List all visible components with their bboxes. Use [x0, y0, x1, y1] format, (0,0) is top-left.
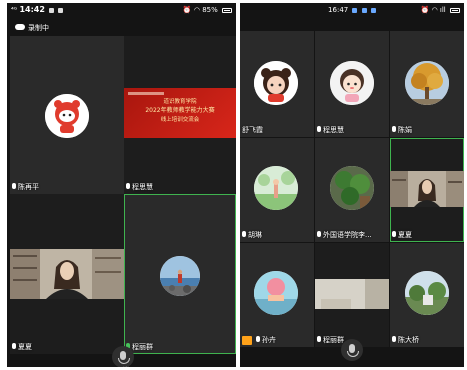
shared-screen: 道识教育学院 2022年教师教学能力大赛 线上培训交流会 [124, 88, 236, 138]
status-bar: 16:47 ⏰ ◠ ıll [240, 3, 464, 17]
participant-tile[interactable]: 胡琳 [240, 138, 314, 242]
participant-tile[interactable]: 程思慧 [315, 31, 389, 137]
status-bar: ⁴ᴳ 14:42 ⏰ ◠ 85% [7, 3, 236, 17]
mute-label: 取消 [108, 365, 138, 367]
participant-avatar [160, 256, 200, 296]
notification-icon [49, 7, 55, 13]
mic-icon [256, 336, 260, 342]
status-time: 16:47 [328, 6, 349, 14]
participant-tile[interactable]: 孙卉 [240, 243, 314, 347]
participant-name: 陈大桥 [392, 336, 419, 345]
mascot-avatar [45, 94, 89, 138]
participant-name: 夏夏 [12, 343, 32, 352]
participant-name: 程思慧 [317, 126, 344, 135]
cartoon-girl-avatar [254, 61, 298, 105]
notification-icon [58, 7, 64, 13]
banner-line-1: 道识教育学院 [163, 99, 197, 105]
illustration-avatar [254, 166, 298, 210]
participant-tile[interactable]: 程丽群 [315, 243, 389, 347]
recording-label: 录制中 [28, 24, 49, 32]
participant-name: 程思慧 [126, 183, 153, 192]
mic-icon [317, 126, 321, 132]
mic-icon [317, 336, 321, 342]
participant-tile[interactable]: 陈大桥 [390, 243, 464, 347]
participant-tile[interactable]: 舒飞霞 [240, 31, 314, 137]
participant-name: 陈娟 [392, 126, 412, 135]
wifi-icon: ◠ [431, 6, 438, 14]
video-feed [390, 171, 464, 207]
mic-icon [12, 343, 16, 349]
app-icon [352, 7, 358, 13]
participant-tile[interactable]: 陈再平 [10, 36, 124, 194]
banner-line-3: 线上培训交流会 [160, 117, 200, 123]
event-banner: 道识教育学院 2022年教师教学能力大赛 线上培训交流会 [124, 88, 236, 138]
illustration-avatar [254, 271, 298, 315]
cloud-icon [15, 24, 25, 30]
meeting-screen-right: 16:47 ⏰ ◠ ıll 舒飞霞 程思慧 陈娟 胡琳 外国语学院李... 夏夏… [240, 3, 464, 367]
mic-icon [242, 231, 246, 237]
participant-name: 舒飞霞 [242, 126, 263, 134]
alarm-icon: ⏰ [420, 6, 430, 14]
mic-icon [392, 126, 396, 132]
participant-name: 陈再平 [12, 183, 39, 192]
participant-name: 夏夏 [392, 231, 412, 240]
participant-name: 外国语学院李... [317, 231, 372, 240]
raised-hand-icon [242, 336, 252, 345]
participant-tile[interactable]: 道识教育学院 2022年教师教学能力大赛 线上培训交流会 程思慧 [124, 36, 236, 194]
battery-icon [450, 7, 460, 13]
participant-name: 程丽群 [317, 336, 344, 345]
participant-tile-speaking[interactable]: 程丽群 [124, 194, 236, 354]
mic-icon [392, 231, 396, 237]
page-indicator [240, 357, 464, 367]
participant-name: 孙卉 [256, 336, 276, 345]
mic-icon [317, 231, 321, 237]
banner-line-2: 2022年教师教学能力大赛 [145, 107, 215, 114]
participant-tile-speaking[interactable]: 夏夏 [390, 138, 464, 242]
mic-icon [392, 336, 396, 342]
app-icon [370, 7, 376, 13]
wifi-icon: ◠ [193, 6, 200, 14]
school-logo [128, 92, 164, 95]
recording-indicator: 录制中 [15, 23, 49, 33]
participant-name: 胡琳 [242, 231, 262, 240]
signal-indicator: ⁴ᴳ [11, 6, 18, 14]
battery-percent: 85% [202, 6, 218, 14]
video-feed [10, 249, 124, 299]
signal-icon: ıll [439, 6, 446, 14]
battery-icon [222, 7, 232, 13]
tree-photo-avatar [405, 61, 449, 105]
meeting-screen-left: ⁴ᴳ 14:42 ⏰ ◠ 85% 录制中 陈再平 道识教育学院 2022年教师教… [7, 3, 236, 367]
mic-icon [12, 183, 16, 189]
participant-tile[interactable]: 夏夏 [10, 194, 124, 354]
cartoon-girl-avatar [330, 61, 374, 105]
garden-photo-avatar [405, 271, 449, 315]
participant-tile[interactable]: 陈娟 [390, 31, 464, 137]
alarm-icon: ⏰ [182, 6, 192, 14]
plant-photo-avatar [330, 166, 374, 210]
video-feed [315, 279, 389, 309]
app-icon [361, 7, 367, 13]
mic-icon [126, 183, 130, 189]
participant-tile[interactable]: 外国语学院李... [315, 138, 389, 242]
status-time: 14:42 [19, 5, 45, 14]
mute-button[interactable] [112, 346, 134, 367]
